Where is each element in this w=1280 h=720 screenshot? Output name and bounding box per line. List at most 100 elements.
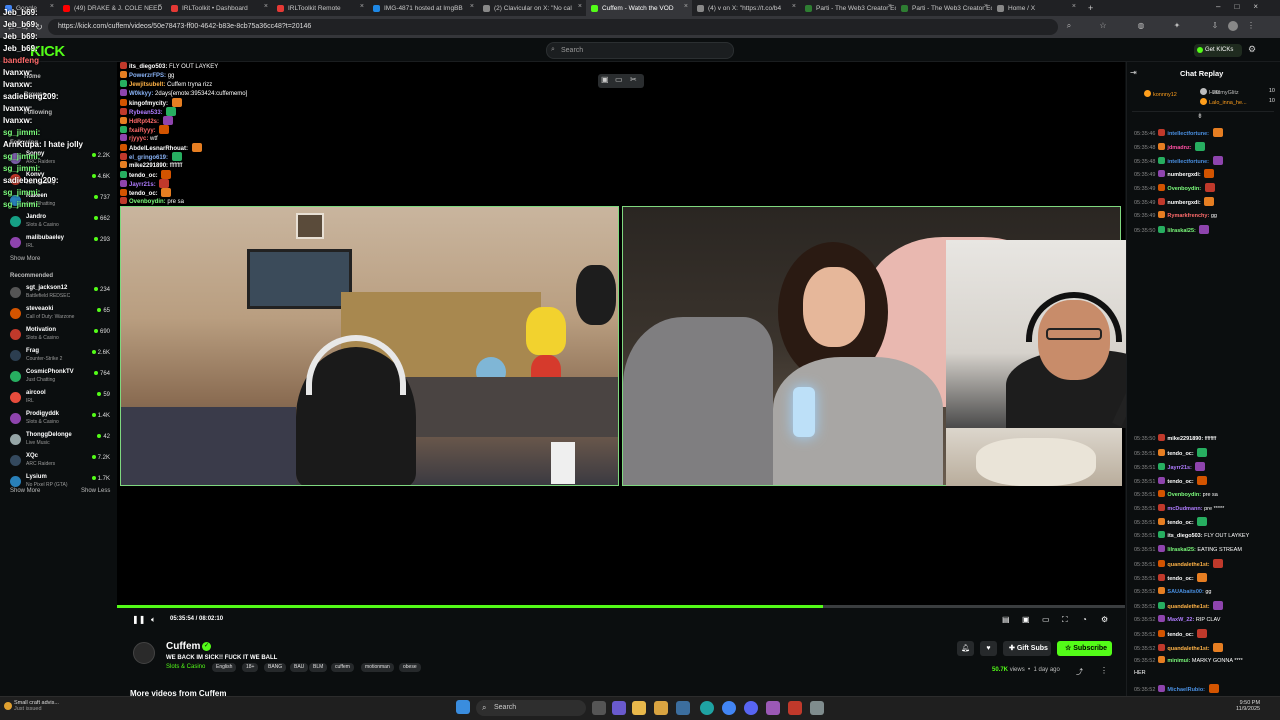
pip-player-icon[interactable]: ▣ [1022,615,1030,624]
file-explorer-icon[interactable] [632,701,646,715]
windows-start-icon[interactable] [456,700,470,714]
extension-icon[interactable]: ◍ [1136,21,1146,31]
app-icon-4[interactable] [810,701,824,715]
zoom-icon[interactable]: ⌕ [1064,21,1074,31]
app-icon-1[interactable] [676,701,690,715]
pip-icon[interactable]: ▣ [601,75,609,84]
tab-close-icon[interactable]: × [984,3,988,10]
show-more-recommended[interactable]: Show More [10,488,40,494]
header-menu-icon[interactable]: ⚙ [1248,44,1256,55]
browser-tab[interactable]: (4) v on X: "https://t.co/b4 × [692,0,800,16]
show-more-following[interactable]: Show More [10,256,40,262]
fullscreen-icon[interactable]: ⛶ [1062,615,1068,625]
subscribe-button[interactable]: ☆ Subscribe [1057,641,1112,656]
tab-close-icon[interactable]: × [50,3,54,10]
settings-gear-icon[interactable]: ⚙ [1101,615,1108,624]
sidebar-channel-following[interactable]: malibubaeley IRL 293 [8,234,112,252]
chat-username: tendo_oc: [1167,478,1194,485]
stream-tag[interactable]: motionman [361,663,394,672]
sidebar-channel-recommended[interactable]: sgt_jackson12 Battlefield REDSEC 234 [8,284,112,302]
chat-scroll-icon[interactable]: ⇟ [1197,112,1203,120]
stream-tag[interactable]: English [212,663,237,672]
tab-close-icon[interactable]: × [1072,3,1076,10]
stream-tag[interactable]: BANG [264,663,287,672]
task-view-icon[interactable] [592,701,606,715]
tab-close-icon[interactable]: × [360,3,364,10]
sidebar-channel-recommended[interactable]: Motivation Slots & Casino 690 [8,326,112,344]
search-input[interactable]: ⌕ Search [546,42,734,59]
video-chat-line: AbdelLesnarRhouat: [120,143,202,152]
show-less-recommended[interactable]: Show Less [81,488,110,494]
edge-browser-icon[interactable] [700,701,714,715]
collapse-chat-icon[interactable]: ⇥ [1130,68,1137,77]
stream-tag[interactable]: cuffem [331,663,354,672]
video-progress-bar[interactable] [117,605,1125,608]
sidebar-channel-recommended[interactable]: aircool IRL 59 [8,389,112,407]
url-field[interactable]: https://kick.com/cuffem/videos/50e78473-… [48,19,1058,35]
theatre-mode-icon[interactable]: ▭ [1042,615,1050,624]
weather-widget[interactable]: Small craft advis... Just issued [14,700,59,712]
browser-tab[interactable]: IRLToolkit • Dashboard × [166,0,272,16]
sidebar-channel-recommended[interactable]: CosmicPhonkTV Just Chatting 764 [8,368,112,386]
chat-toggle-icon[interactable]: ▤ [1002,615,1010,624]
top-gifter[interactable]: Lalo_inna_he... 10 [1200,98,1275,106]
tab-close-icon[interactable]: × [158,3,162,10]
browser-tab[interactable]: (49) DRAKE & J. COLE NEED × [58,0,166,16]
browser-tab[interactable]: Home / X × [992,0,1080,16]
stream-tag[interactable]: BAU [290,663,309,672]
sidebar-channel-recommended[interactable]: steveaoki Call of Duty: Warzone 65 [8,305,112,323]
chat-username: rjyyyc: [129,136,149,142]
chat-badge-icon [120,161,127,168]
share-icon[interactable]: ⤴ [1076,667,1083,677]
downloads-icon[interactable]: ⇩ [1210,21,1220,31]
notification-bell-icon[interactable]: 🔔︎ [957,641,974,656]
extensions-puzzle-icon[interactable]: ✦ [1172,21,1182,31]
sidebar-channel-recommended[interactable]: Prodigyddk Slots & Casino 1.4K [8,410,112,428]
tab-close-icon[interactable]: × [470,3,474,10]
more-options-icon[interactable]: ⋮ [1100,666,1108,675]
streamer-name[interactable]: Cuffem [166,641,200,652]
volume-icon[interactable]: 🔈︎ [151,615,156,625]
browser-tab[interactable]: (2) Clavicular on X: "No cal × [478,0,586,16]
new-tab-icon[interactable]: + [1088,3,1093,13]
profile-avatar-icon[interactable] [1228,21,1238,31]
tab-close-icon[interactable]: × [578,3,582,10]
browser-tab[interactable]: Parti - The Web3 Creator Ec × [800,0,896,16]
menu-dots-icon[interactable]: ⋮ [1246,21,1256,31]
stream-category[interactable]: Slots & Casino [166,664,205,670]
top-gifter[interactable]: HoldmyGlitz 10 [1200,88,1275,96]
pause-icon[interactable]: ❚❚ [132,615,145,624]
follow-heart-icon[interactable]: ♥ [980,641,997,656]
browser-tab[interactable]: IRLToolkit Remote × [272,0,368,16]
system-clock[interactable]: 9:50 PM 11/9/2025 [1236,700,1260,712]
sidebar-channel-recommended[interactable]: XQc ARC Raiders 7.2K [8,452,112,470]
tab-close-icon[interactable]: × [792,3,796,10]
stream-tag[interactable]: obese [399,663,421,672]
sidebar-channel-recommended[interactable]: Frag Counter-Strike 2 2.6K [8,347,112,365]
sidebar-channel-recommended[interactable]: ThonggDelonge Live Music 42 [8,431,112,449]
sidebar-channel-following[interactable]: Jandro Slots & Casino 662 [8,213,112,231]
streamer-avatar[interactable] [133,642,155,664]
tab-close-icon[interactable]: × [264,3,268,10]
tab-close-icon[interactable]: × [888,3,892,10]
taskbar-search[interactable]: ⌕ Search [476,700,586,716]
folder-icon[interactable] [654,701,668,715]
clip-icon[interactable]: ✂ [630,75,637,84]
app-icon-3[interactable] [788,701,802,715]
overlay-chat-line: Ivanxw: [3,116,33,125]
stream-tag[interactable]: BLM [309,663,328,672]
browser-tab[interactable]: Parti - The Web3 Creator Ec × [896,0,992,16]
bookmark-star-icon[interactable]: ☆ [1098,21,1108,31]
tab-close-icon[interactable]: × [684,3,688,10]
discord-icon[interactable] [744,701,758,715]
get-kicks-button[interactable]: Get KICKs [1194,44,1242,57]
gift-subs-button[interactable]: ✚ Gift Subs [1003,641,1051,656]
chrome-icon[interactable] [722,701,736,715]
copilot-icon[interactable] [612,701,626,715]
app-icon-2[interactable] [766,701,780,715]
theatre-icon[interactable]: ▭ [615,75,623,84]
speed-icon[interactable]: ◔ [1082,615,1087,624]
stream-tag[interactable]: 18+ [242,663,259,672]
browser-tab[interactable]: IMG-4871 hosted at ImgBB × [368,0,478,16]
browser-tab[interactable]: Cuffem - Watch the VOD × [586,0,692,16]
